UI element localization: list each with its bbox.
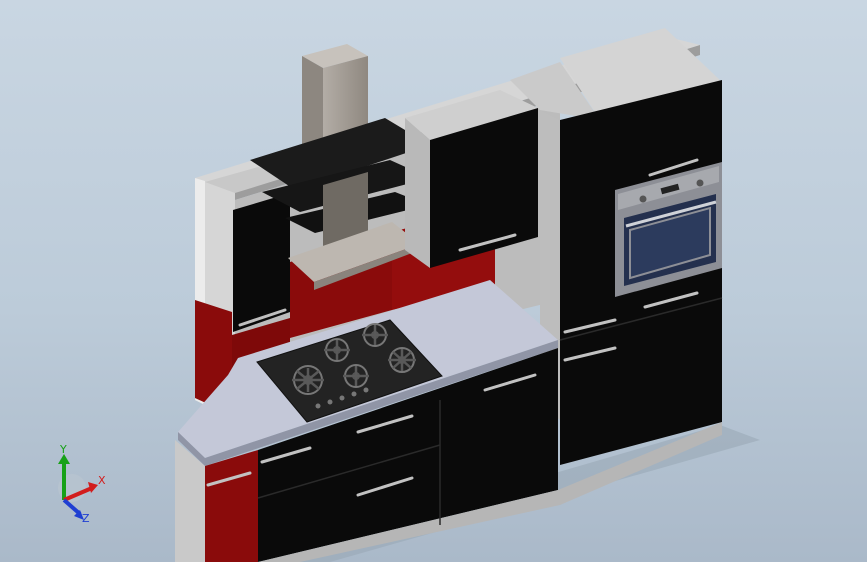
x-axis-arrowhead — [88, 482, 98, 493]
hob-burner-2[interactable] — [324, 338, 350, 362]
coordinate-triad[interactable]: Y X Z — [44, 443, 116, 525]
hob-burner-1[interactable] — [292, 365, 324, 395]
hob-burner-5[interactable] — [388, 347, 416, 373]
hob-burner-4[interactable] — [343, 364, 369, 388]
hob-burner-3[interactable] — [362, 323, 388, 347]
z-axis-label: Z — [82, 512, 90, 524]
middle-upper-cabinet-side — [405, 118, 430, 268]
x-axis-label: X — [98, 474, 106, 487]
y-axis-label: Y — [59, 444, 67, 456]
z-axis-arrow — [62, 498, 82, 516]
oven-knob-left[interactable] — [639, 195, 647, 203]
oven-knob-right[interactable] — [696, 179, 704, 187]
base-left-red-door[interactable] — [205, 450, 258, 562]
3d-viewport[interactable]: Y X Z — [0, 0, 867, 562]
kitchen-model[interactable] — [0, 0, 867, 562]
